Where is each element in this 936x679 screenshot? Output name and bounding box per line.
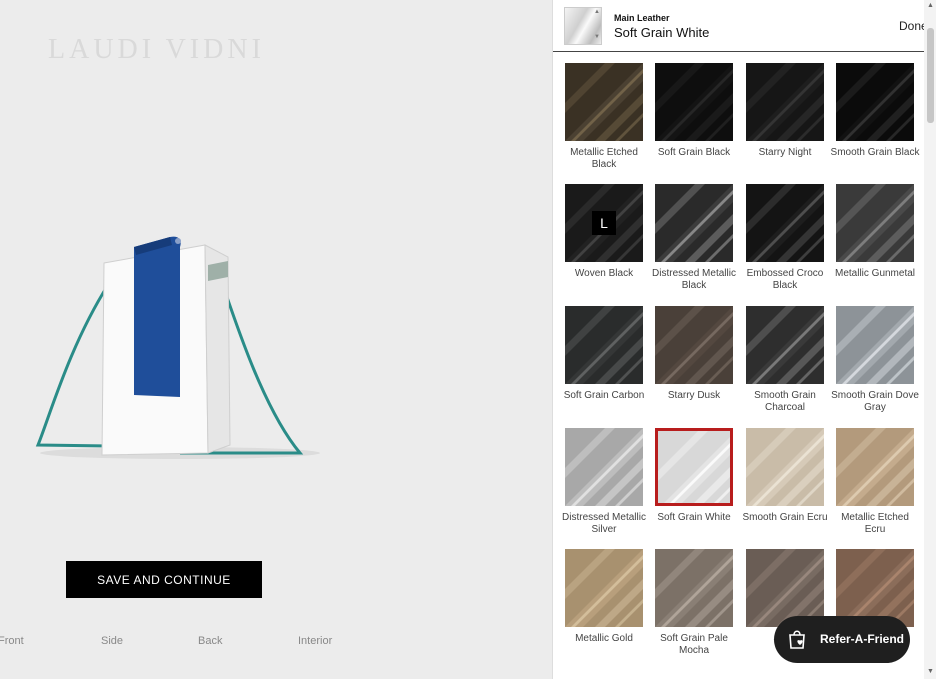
view-tab-side[interactable]: Side (101, 635, 123, 647)
view-tab-interior[interactable]: Interior (298, 635, 332, 647)
swatch-label: Metallic Etched Ecru (841, 512, 909, 535)
swatch-item[interactable]: Embossed Croco Black (740, 184, 830, 292)
swatch-label: Distressed Metallic Silver (562, 512, 646, 535)
swatch-label: Starry Night (758, 147, 812, 158)
swatch-label: Woven Black (574, 268, 634, 279)
swatch-item[interactable]: Metallic Etched Ecru (830, 428, 920, 536)
shopping-bag-heart-icon (789, 630, 805, 649)
swatch-image (565, 63, 643, 141)
swatch-label: Starry Dusk (667, 390, 721, 401)
swatch-image (836, 428, 914, 506)
swatch-label: Soft Grain Pale Mocha (660, 633, 728, 656)
scroll-down-icon[interactable]: ▼ (927, 668, 934, 675)
panel-header: ▲ ▼ Main Leather Soft Grain White Done (553, 0, 936, 52)
swatch-label: Metallic Gold (575, 633, 633, 644)
product-preview: LAUDI VIDNI SAVE AND CONTINUE Front Side… (0, 0, 552, 679)
swatch-item[interactable]: Distressed Metallic Black (649, 184, 739, 292)
swatch-image (565, 549, 643, 627)
swatch-image (836, 184, 914, 262)
swatch-item[interactable]: Soft Grain Pale Mocha (649, 549, 739, 657)
swatch-label: Distressed Metallic Black (652, 268, 736, 291)
swatch-item[interactable]: Smooth Grain Ecru (740, 428, 830, 524)
scrollbar-thumb[interactable] (927, 28, 934, 123)
swatch-label: Soft Grain Carbon (563, 390, 645, 401)
brand-logo: LAUDI VIDNI (48, 34, 265, 65)
swatch-item[interactable]: Metallic Gold (559, 549, 649, 645)
view-tab-back[interactable]: Back (198, 635, 222, 647)
swatch-image (655, 306, 733, 384)
swatch-item[interactable]: Soft Grain White (649, 428, 739, 524)
swatch-image (655, 184, 733, 262)
material-picker-panel: ▲ ▼ Main Leather Soft Grain White Done M… (552, 0, 936, 679)
swatch-image (655, 428, 733, 506)
swatch-item[interactable]: Smooth Grain Black (830, 63, 920, 159)
save-and-continue-button[interactable]: SAVE AND CONTINUE (66, 561, 262, 598)
swatch-label: Smooth Grain Ecru (742, 512, 828, 523)
swatch-image (746, 184, 824, 262)
swatch-image (836, 306, 914, 384)
view-tab-front[interactable]: Front (0, 635, 24, 647)
brand-badge-icon: L (600, 215, 608, 231)
swatch-image (565, 306, 643, 384)
swatch-item[interactable]: Metallic Etched Black (559, 63, 649, 171)
swatch-item[interactable]: Starry Night (740, 63, 830, 159)
swatch-item[interactable]: Soft Grain Carbon (559, 306, 649, 402)
material-category-label: Main Leather (614, 13, 670, 23)
swatch-label: Smooth Grain Charcoal (754, 390, 816, 413)
swatch-image: L (565, 184, 643, 262)
swatch-label: Soft Grain White (657, 512, 731, 523)
swatch-item[interactable]: L Woven Black (559, 184, 649, 280)
swatch-image (655, 549, 733, 627)
swatch-label: Embossed Croco Black (746, 268, 824, 291)
refer-a-friend-button[interactable]: Refer-A-Friend (774, 616, 910, 663)
swatch-item[interactable]: Smooth Grain Dove Gray (830, 306, 920, 414)
arrow-up-icon[interactable]: ▲ (594, 9, 600, 15)
swatch-label: Smooth Grain Black (830, 147, 920, 158)
swatch-item[interactable]: Smooth Grain Charcoal (740, 306, 830, 414)
swatch-image (565, 428, 643, 506)
swatch-label: Soft Grain Black (657, 147, 731, 158)
swatch-image (836, 63, 914, 141)
swatch-label: Smooth Grain Dove Gray (831, 390, 919, 413)
swatch-item[interactable]: Distressed Metallic Silver (559, 428, 649, 536)
swatch-item[interactable]: Soft Grain Black (649, 63, 739, 159)
swatch-item[interactable]: Starry Dusk (649, 306, 739, 402)
swatch-image (746, 63, 824, 141)
swatch-label: Metallic Etched Black (570, 147, 638, 170)
scrollbar[interactable]: ▲ ▼ (924, 0, 936, 679)
swatch-image (746, 428, 824, 506)
arrow-down-icon[interactable]: ▼ (594, 34, 600, 40)
swatch-image (655, 63, 733, 141)
scroll-up-icon[interactable]: ▲ (927, 2, 934, 9)
swatch-label: Metallic Gunmetal (834, 268, 916, 279)
refer-a-friend-label: Refer-A-Friend (820, 632, 905, 646)
swatch-image (746, 306, 824, 384)
bag-render-image (35, 236, 320, 459)
selected-material-name: Soft Grain White (614, 25, 710, 40)
swatch-grid: Metallic Etched Black Soft Grain Black S… (553, 53, 925, 679)
swatch-item[interactable]: Metallic Gunmetal (830, 184, 920, 280)
